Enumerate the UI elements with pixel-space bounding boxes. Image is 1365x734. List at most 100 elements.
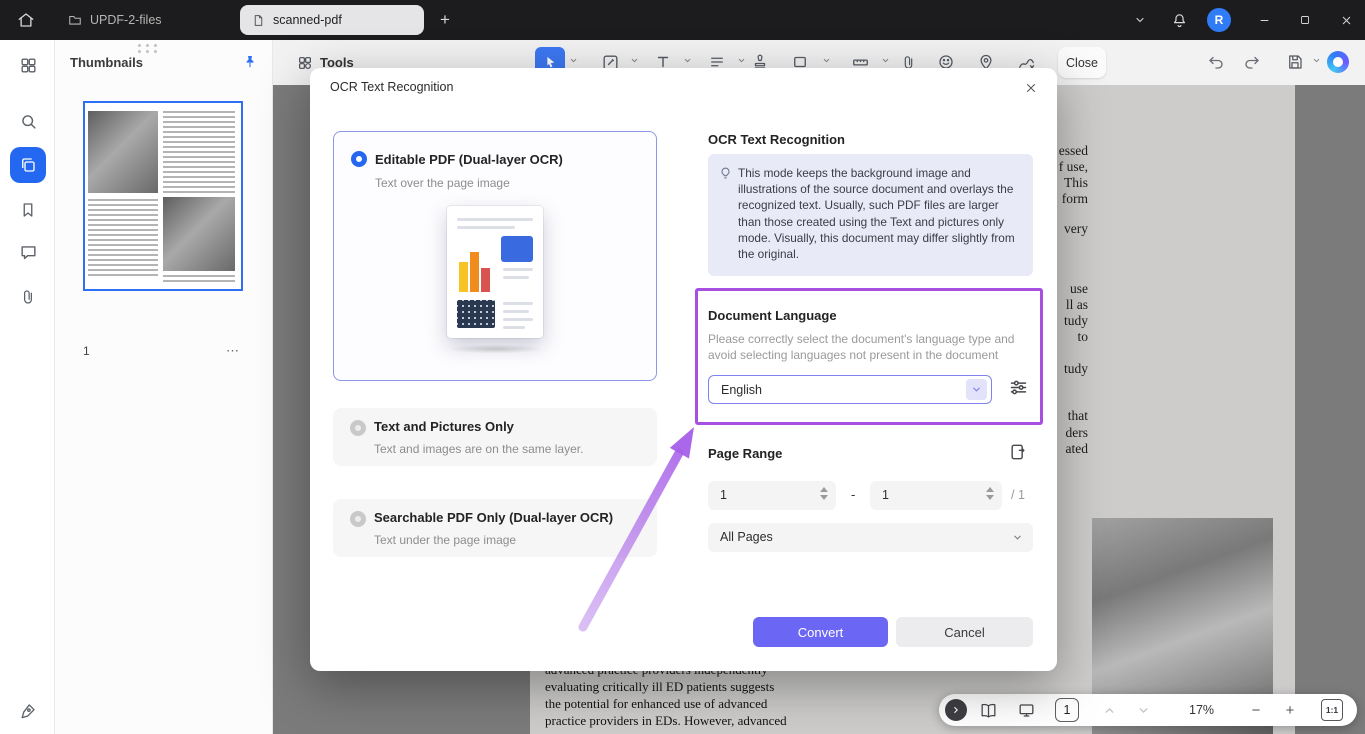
minimize-button[interactable] <box>1254 10 1274 30</box>
zoom-level-label[interactable]: 17% <box>1189 703 1214 717</box>
pen-nib-icon <box>19 701 38 720</box>
save-button[interactable] <box>1282 49 1308 75</box>
dialog-title: OCR Text Recognition <box>330 80 453 94</box>
thumbnail-footer: 1 ⋯ <box>83 343 239 359</box>
page-total-label: / 1 <box>1011 488 1025 502</box>
maximize-icon <box>1299 14 1311 26</box>
illustration-table <box>457 300 495 328</box>
actual-size-button[interactable]: 1:1 <box>1321 699 1343 721</box>
radio-unselected-icon[interactable] <box>350 420 366 436</box>
thumbnail-more-button[interactable]: ⋯ <box>226 343 239 359</box>
pin-icon[interactable] <box>242 54 258 70</box>
chevron-down-icon[interactable] <box>683 56 692 65</box>
option-description: Text and images are on the same layer. <box>374 442 583 456</box>
page-range-from-input[interactable]: 1 <box>708 481 836 510</box>
option-description: Text over the page image <box>375 176 510 190</box>
info-box: This mode keeps the background image and… <box>708 154 1033 276</box>
user-avatar[interactable]: R <box>1207 8 1231 32</box>
chevron-down-icon[interactable] <box>881 56 890 65</box>
language-settings-icon[interactable] <box>1008 377 1029 398</box>
language-select[interactable]: English <box>708 375 992 404</box>
panel-drag-handle[interactable] <box>138 44 159 53</box>
step-down-icon[interactable] <box>986 495 994 500</box>
thumbnail-text-block <box>88 199 158 279</box>
chevron-down-icon[interactable] <box>822 56 831 65</box>
thumbnail-text-block <box>163 275 235 285</box>
undo-button[interactable] <box>1203 49 1229 75</box>
minimize-icon <box>1258 14 1271 27</box>
view-control-bar: 1 17% − + 1:1 <box>939 694 1357 726</box>
panel-heading: OCR Text Recognition <box>708 132 845 147</box>
sidebar-item-thumbnails[interactable] <box>10 147 46 183</box>
page-scope-value: All Pages <box>720 530 773 544</box>
home-button[interactable] <box>14 8 38 32</box>
info-text: This mode keeps the background image and… <box>738 165 1022 262</box>
page-scope-select[interactable]: All Pages <box>708 523 1033 552</box>
dialog-close-button[interactable] <box>1021 78 1041 98</box>
chevron-down-icon[interactable] <box>569 56 578 65</box>
option-text-and-pictures[interactable]: Text and Pictures Only Text and images a… <box>333 408 657 466</box>
sidebar-item-home[interactable] <box>16 53 40 77</box>
radio-selected-icon[interactable] <box>351 151 367 167</box>
tab-scanned-pdf[interactable]: scanned-pdf <box>240 5 424 35</box>
ocr-mode-illustration <box>435 206 555 362</box>
convert-button[interactable]: Convert <box>753 617 888 647</box>
zoom-out-button[interactable]: − <box>1245 698 1267 722</box>
tab-label: scanned-pdf <box>273 13 342 27</box>
radio-unselected-icon[interactable] <box>350 511 366 527</box>
home-icon <box>17 11 35 29</box>
page-thumbnail[interactable] <box>83 101 243 291</box>
illustration-bar-yellow <box>459 262 468 292</box>
sidebar-item-bookmarks[interactable] <box>16 198 40 222</box>
cancel-button[interactable]: Cancel <box>896 617 1033 647</box>
ocr-dialog: OCR Text Recognition Editable PDF (Dual-… <box>310 68 1057 671</box>
previous-page-button[interactable] <box>1099 702 1119 718</box>
thumbnail-text-block <box>163 111 235 193</box>
stepper-control[interactable] <box>986 487 994 500</box>
option-searchable-pdf[interactable]: Searchable PDF Only (Dual-layer OCR) Tex… <box>333 499 657 557</box>
close-document-button[interactable]: Close <box>1058 47 1106 78</box>
redo-button[interactable] <box>1239 49 1265 75</box>
step-down-icon[interactable] <box>820 495 828 500</box>
chevron-down-icon[interactable] <box>1312 56 1321 65</box>
option-label: Searchable PDF Only (Dual-layer OCR) <box>374 510 613 525</box>
new-tab-button[interactable]: + <box>434 9 456 31</box>
apps-grid-icon <box>19 56 38 75</box>
sidebar-item-search[interactable] <box>16 109 40 133</box>
language-select-chevron-button[interactable] <box>966 379 987 400</box>
document-language-description: Please correctly select the document's l… <box>708 331 1040 363</box>
page-range-to-input[interactable]: 1 <box>870 481 1002 510</box>
collapse-bar-button[interactable] <box>945 699 967 721</box>
chevron-down-icon[interactable] <box>630 56 639 65</box>
next-page-button[interactable] <box>1133 702 1153 718</box>
sidebar-item-comments[interactable] <box>16 240 40 264</box>
tabs-overflow-button[interactable] <box>1129 10 1151 30</box>
ai-assistant-button[interactable] <box>1327 51 1349 73</box>
chevron-down-icon <box>1012 532 1023 543</box>
presentation-icon <box>1017 701 1036 720</box>
current-page-input[interactable]: 1 <box>1055 698 1079 722</box>
step-up-icon[interactable] <box>986 487 994 492</box>
option-description: Text under the page image <box>374 533 516 547</box>
updf-app-window: UPDF-2-files scanned-pdf + R <box>0 0 1365 734</box>
thumbnail-photo-top <box>88 111 158 193</box>
illustration-blue-block <box>501 236 533 262</box>
maximize-button[interactable] <box>1295 10 1315 30</box>
notifications-button[interactable] <box>1168 8 1190 32</box>
zoom-in-button[interactable]: + <box>1279 698 1301 722</box>
page-range-settings-icon[interactable] <box>1008 442 1028 462</box>
reading-mode-button[interactable] <box>1015 700 1037 720</box>
sidebar-item-signature[interactable] <box>16 698 40 722</box>
lightbulb-icon <box>718 166 733 181</box>
page-layout-button[interactable] <box>977 700 999 720</box>
illustration-bar-orange <box>470 252 479 292</box>
tab-updf-2-files[interactable]: UPDF-2-files <box>54 0 176 40</box>
close-window-button[interactable] <box>1336 10 1356 30</box>
stepper-control[interactable] <box>820 487 828 500</box>
language-select-value: English <box>721 383 762 397</box>
step-up-icon[interactable] <box>820 487 828 492</box>
option-editable-pdf[interactable]: Editable PDF (Dual-layer OCR) Text over … <box>333 131 657 381</box>
range-separator: - <box>851 487 855 502</box>
chevron-down-icon[interactable] <box>737 56 746 65</box>
sidebar-item-attachments[interactable] <box>16 285 40 309</box>
